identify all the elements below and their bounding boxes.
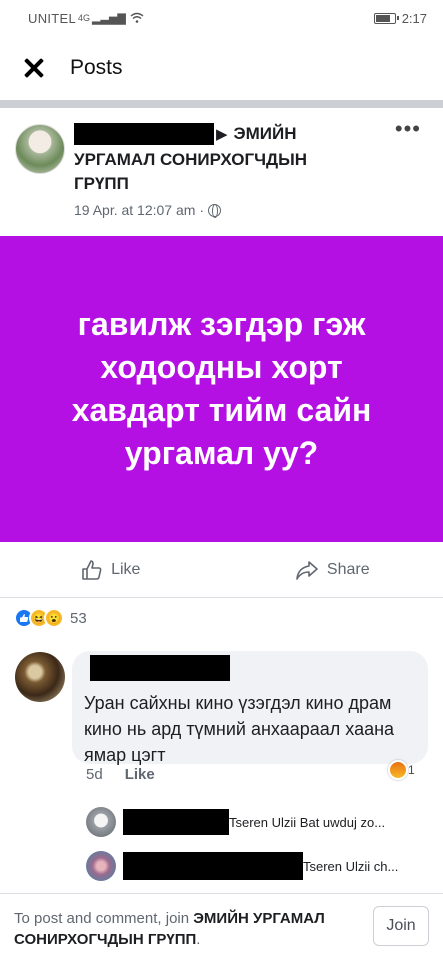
- thumbs-up-icon: [81, 559, 103, 581]
- status-bar: UNITEL 4G ▂▃▅▇ 2:17: [0, 0, 443, 36]
- group-name-link-continued[interactable]: УРГАМАЛ СОНИРХОГЧДЫН ГРҮПП: [74, 148, 364, 196]
- comment-reaction-count: 1: [408, 763, 415, 777]
- comment-reaction-badge[interactable]: 1: [388, 760, 415, 780]
- reply-item[interactable]: Tseren Ulzii Bat uwduj zo...: [86, 806, 385, 838]
- redacted-reply-name: [123, 809, 229, 835]
- close-icon[interactable]: [22, 56, 46, 80]
- more-options-icon[interactable]: •••: [395, 118, 421, 140]
- reply-text: Tseren Ulzii ch...: [303, 858, 399, 874]
- post-header: ▶ ЭМИЙН УРГАМАЛ СОНИРХОГЧДЫН ГРҮПП 19 Ap…: [0, 108, 443, 236]
- author-avatar[interactable]: [15, 124, 65, 174]
- meta-separator: ·: [199, 202, 205, 218]
- post-image-text: гавилж зэгдэр гэж ходоодны хорт хавдарт …: [71, 306, 372, 471]
- join-footer: To post and comment, join ЭМИЙН УРГАМАЛ …: [0, 893, 443, 960]
- divider: [0, 100, 443, 108]
- commenter-avatar[interactable]: [15, 652, 65, 702]
- redacted-commenter-name: [90, 655, 230, 681]
- like-label: Like: [111, 560, 141, 578]
- share-label: Share: [326, 560, 370, 578]
- post-meta: 19 Apr. at 12:07 am ·: [74, 202, 222, 218]
- share-button[interactable]: Share: [222, 542, 443, 597]
- redacted-author-name: [74, 123, 214, 145]
- group-name-link[interactable]: ЭМИЙН: [234, 122, 297, 146]
- like-button[interactable]: Like: [0, 542, 222, 597]
- comment-age: 5d: [86, 766, 103, 783]
- comment-meta: 5d Like: [86, 766, 155, 783]
- reply-avatar: [86, 851, 116, 881]
- post-actions: Like Share: [0, 542, 443, 598]
- wow-reaction-icon: 😮: [44, 608, 64, 628]
- page-title: Posts: [70, 56, 123, 79]
- reactions-summary[interactable]: 😆 😮 53: [14, 608, 87, 628]
- comment-text: Уран сайхны кино үзэгдэл кино драм кино …: [84, 693, 395, 765]
- join-prompt-suffix: .: [196, 931, 201, 948]
- join-prompt: To post and comment, join ЭМИЙН УРГАМАЛ …: [14, 908, 364, 950]
- battery-icon: [373, 12, 399, 24]
- network-type: 4G: [78, 13, 91, 23]
- carrier-name: UNITEL: [28, 10, 77, 26]
- author-line: ▶ ЭМИЙН: [74, 120, 297, 148]
- wifi-icon: [130, 11, 144, 26]
- reply-item[interactable]: Tseren Ulzii ch...: [86, 850, 398, 882]
- comment-like-button[interactable]: Like: [125, 766, 155, 783]
- arrow-right-icon: ▶: [216, 126, 228, 143]
- reply-avatar: [86, 807, 116, 837]
- clock: 2:17: [401, 10, 427, 26]
- post-image[interactable]: гавилж зэгдэр гэж ходоодны хорт хавдарт …: [0, 236, 443, 542]
- redacted-reply-name: [123, 852, 303, 880]
- reply-text: Tseren Ulzii Bat uwduj zo...: [229, 814, 386, 830]
- signal-icon: ▂▃▅▇: [92, 12, 126, 25]
- top-bar: Posts: [0, 36, 443, 100]
- post-date[interactable]: 19 Apr. at 12:07 am: [74, 202, 195, 218]
- globe-icon: [208, 203, 222, 218]
- join-button[interactable]: Join: [373, 906, 429, 946]
- reaction-count: 53: [70, 609, 87, 627]
- comment-bubble: Уран сайхны кино үзэгдэл кино драм кино …: [72, 651, 428, 765]
- join-prompt-prefix: To post and comment, join: [14, 910, 194, 927]
- share-arrow-icon: [295, 559, 319, 581]
- angry-reaction-icon: [388, 760, 408, 780]
